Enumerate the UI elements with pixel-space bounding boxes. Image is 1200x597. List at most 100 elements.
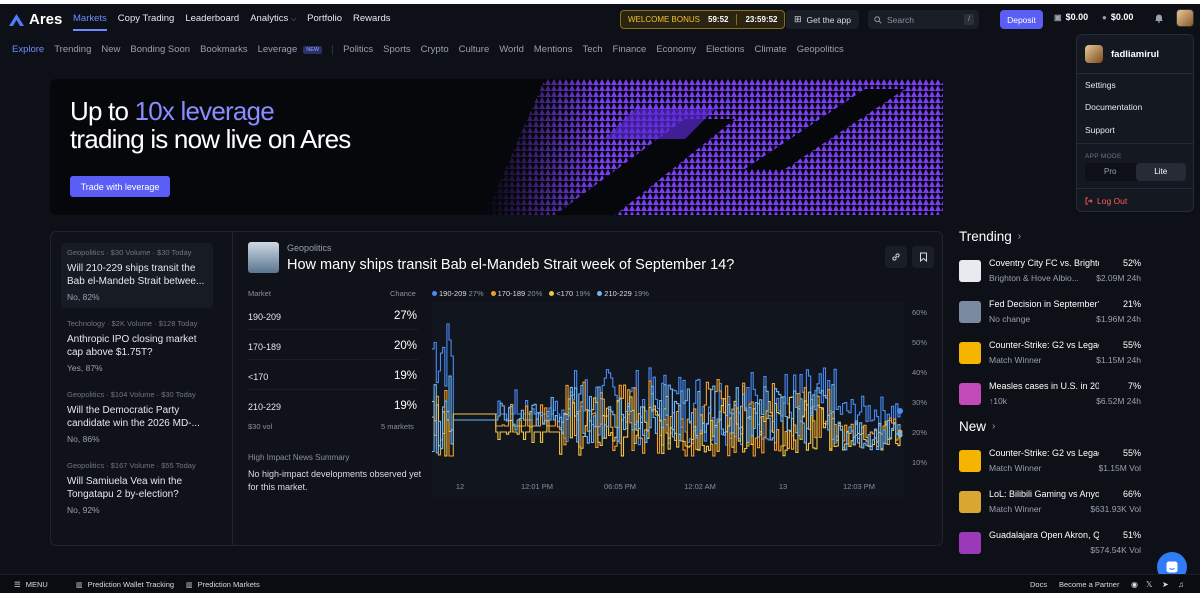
category-crypto[interactable]: Crypto (421, 44, 449, 55)
legend-dot (490, 291, 496, 296)
bonus-balance[interactable]: ● $0.00 (1102, 12, 1133, 22)
category-climate[interactable]: Climate (755, 44, 787, 55)
logout-button[interactable]: Log Out (1085, 196, 1127, 206)
become-partner-link[interactable]: Become a Partner (1059, 580, 1119, 589)
nav-copy-trading[interactable]: Copy Trading (118, 13, 175, 31)
discord-link[interactable]: ◉ (1131, 580, 1138, 589)
dropdown-user[interactable]: fadliamirul (1085, 45, 1159, 63)
new-market-item[interactable]: Guadalajara Open Akron, Qu... 51% $574.54K… (959, 530, 1141, 562)
menu-divider (1077, 143, 1193, 144)
market-outcome: ↑10k (989, 396, 1007, 406)
wallet-tracking-link[interactable]: ▥ Prediction Wallet Tracking (76, 580, 174, 589)
outcome-row-name[interactable]: <170 (248, 372, 268, 382)
legend-pct: 19% (575, 289, 591, 298)
discord-icon: ◉ (1131, 580, 1138, 589)
market-title: Will the Democratic Party candidate win … (67, 405, 200, 429)
telegram-link[interactable]: ➤ (1162, 580, 1169, 589)
nav-leaderboard[interactable]: Leaderboard (185, 13, 239, 31)
mode-lite-option[interactable]: Lite (1135, 163, 1186, 181)
category-politics[interactable]: Politics (343, 44, 373, 55)
legend-pct: 27% (468, 289, 484, 298)
category-nav: Explore Trending New Bonding Soon Bookma… (12, 44, 844, 55)
get-app-button[interactable]: ⊞ Get the app (786, 10, 859, 29)
mode-pro-option[interactable]: Pro (1085, 163, 1136, 181)
x-tick-label: 06:05 PM (604, 482, 636, 491)
legend-dot (549, 291, 555, 296)
banner-line2: trading is now live on Ares (70, 124, 351, 154)
category-tech[interactable]: Tech (582, 44, 602, 55)
search-input[interactable]: Search / (868, 10, 979, 29)
market-title: Will Samiuela Vea win the Tongatapu 2 by… (67, 476, 183, 500)
price-history-chart[interactable]: 60% 50% 40% 30% 20% 10% 12 12:01 PM 06:05 PM 12:0… (432, 302, 929, 500)
category-world[interactable]: World (499, 44, 524, 55)
market-chance: 55% (1122, 340, 1141, 350)
tab-trending[interactable]: Trending (54, 44, 91, 55)
tab-bookmarks[interactable]: Bookmarks (200, 44, 248, 55)
market-category: Geopolitics (287, 243, 332, 253)
bookmark-button[interactable] (912, 246, 934, 268)
market-title: Coventry City FC vs. Brighto... (989, 258, 1099, 268)
trending-market-item[interactable]: Fed Decision in September? 21% No change $1… (959, 299, 1141, 331)
hamburger-icon: ☰ (14, 580, 21, 589)
deposit-button[interactable]: Deposit (1000, 10, 1043, 29)
market-list-item[interactable]: Geopolitics · $30 Volume · $30 Today Wil… (61, 243, 213, 308)
tab-bonding-soon[interactable]: Bonding Soon (130, 44, 190, 55)
menu-item-documentation[interactable]: Documentation (1085, 102, 1142, 112)
legend-name: <170 (556, 289, 574, 298)
category-finance[interactable]: Finance (613, 44, 647, 55)
market-title: Anthropic IPO closing market cap above $… (67, 334, 197, 358)
new-market-item[interactable]: Counter-Strike: G2 vs Legac... 55% Match W… (959, 448, 1141, 480)
bell-icon: ♫ (1178, 580, 1184, 589)
new-market-item[interactable]: LoL: Bilibili Gaming vs Anyon... 66% Match… (959, 489, 1141, 521)
nav-markets[interactable]: Markets (73, 13, 107, 31)
trending-market-item[interactable]: Coventry City FC vs. Brighto... 52% Bright… (959, 258, 1141, 290)
prediction-markets-link[interactable]: ▥ Prediction Markets (186, 580, 260, 589)
trending-heading[interactable]: Trending › (959, 229, 1021, 244)
banner-headline: Up to 10x leverage trading is now live on… (70, 97, 351, 154)
category-geopolitics[interactable]: Geopolitics (797, 44, 844, 55)
trending-market-item[interactable]: Measles cases in U.S. in 2026? 7% ↑10k $6.5… (959, 381, 1141, 413)
category-mentions[interactable]: Mentions (534, 44, 573, 55)
market-list-item[interactable]: Geopolitics · $167 Volume · $55 Today Wi… (61, 461, 213, 515)
tab-explore[interactable]: Explore (12, 44, 44, 55)
col-market-header: Market (248, 289, 271, 298)
row-divider (248, 389, 418, 390)
market-list-item[interactable]: Geopolitics · $104 Volume · $30 Today Wi… (61, 390, 213, 444)
docs-link[interactable]: Docs (1030, 580, 1047, 589)
nav-analytics[interactable]: Analytics ⌵ (250, 13, 296, 31)
x-link[interactable]: 𝕏 (1146, 580, 1152, 589)
tab-new[interactable]: New (101, 44, 120, 55)
category-culture[interactable]: Culture (459, 44, 490, 55)
wallet-balance[interactable]: ▣ $0.00 (1054, 12, 1088, 22)
menu-item-settings[interactable]: Settings (1085, 80, 1116, 90)
market-volume: $30 vol (248, 422, 273, 431)
logo[interactable]: Ares (8, 11, 62, 28)
welcome-bonus-banner[interactable]: WELCOME BONUS 59:52 23:59:52 (620, 10, 785, 29)
user-avatar[interactable] (1176, 9, 1194, 27)
category-sports[interactable]: Sports (383, 44, 410, 55)
share-link-button[interactable] (885, 246, 907, 268)
row-divider (248, 329, 418, 330)
notification-link[interactable]: ♫ (1178, 580, 1184, 589)
market-title: Counter-Strike: G2 vs Legac... (989, 340, 1099, 350)
outcome-row-name[interactable]: 170-189 (248, 342, 281, 352)
outcome-row-name[interactable]: 190-209 (248, 312, 281, 322)
nav-portfolio[interactable]: Portfolio (307, 13, 342, 31)
chart-legend: 190-209 27% 170-189 20% <170 19% 210-229… (432, 289, 649, 298)
tab-leverage[interactable]: Leverage (258, 44, 298, 55)
market-list-item[interactable]: Technology · $2K Volume · $128 Today Ant… (61, 319, 213, 373)
y-tick-label: 10% (912, 458, 927, 467)
menu-button[interactable]: ☰ MENU (14, 580, 48, 589)
category-elections[interactable]: Elections (706, 44, 745, 55)
new-heading[interactable]: New › (959, 419, 995, 434)
menu-item-support[interactable]: Support (1085, 125, 1115, 135)
y-tick-label: 50% (912, 338, 927, 347)
bell-icon[interactable] (1154, 13, 1164, 23)
trade-leverage-button[interactable]: Trade with leverage (70, 176, 170, 197)
category-economy[interactable]: Economy (656, 44, 696, 55)
market-thumbnail (959, 450, 981, 472)
nav-rewards[interactable]: Rewards (353, 13, 391, 31)
trending-market-item[interactable]: Counter-Strike: G2 vs Legac... 55% Match W… (959, 340, 1141, 372)
outcome-row-name[interactable]: 210-229 (248, 402, 281, 412)
bonus-timer-short: 59:52 (708, 15, 729, 24)
